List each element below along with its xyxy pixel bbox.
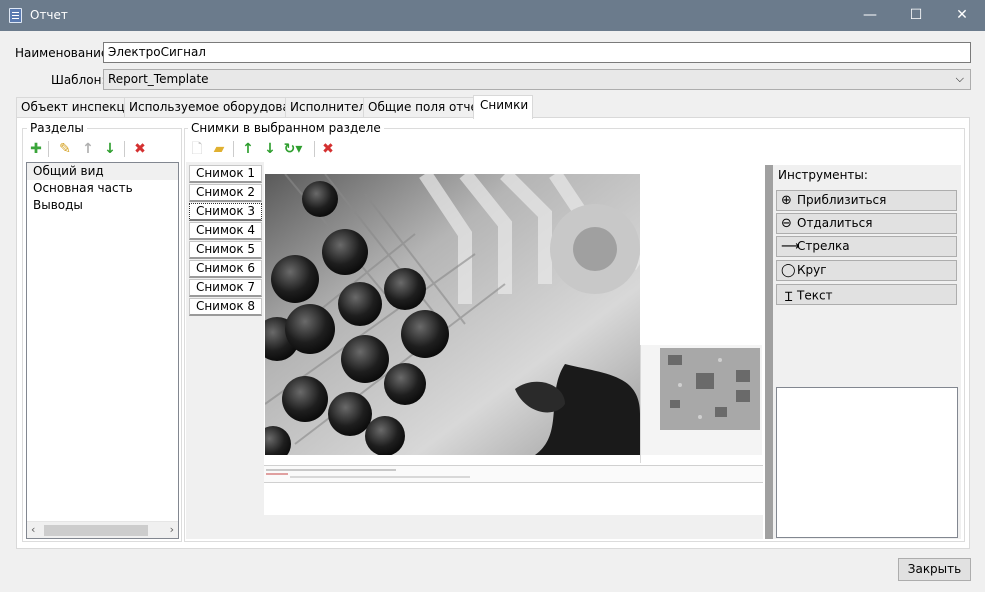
edit-pencil-icon[interactable]: ✎ bbox=[55, 139, 75, 159]
add-section-icon[interactable]: ✚ bbox=[26, 139, 46, 159]
toolbar-separator bbox=[233, 141, 234, 157]
chevron-down-icon: ⌵ bbox=[955, 72, 964, 85]
circle-icon: ◯ bbox=[781, 263, 796, 278]
preview-footer bbox=[264, 515, 763, 539]
scroll-right-icon[interactable]: › bbox=[170, 523, 174, 536]
divider bbox=[266, 469, 396, 471]
zoom-in-button[interactable]: ⊕ Приблизиться bbox=[776, 190, 957, 211]
arrow-tool-button[interactable]: ⟶Стрелка bbox=[776, 236, 957, 257]
text-cursor-icon: Ɪ bbox=[785, 290, 793, 305]
move-down-icon[interactable]: ↓ bbox=[260, 139, 280, 159]
divider bbox=[290, 476, 470, 478]
list-item[interactable]: Общий вид bbox=[27, 163, 178, 180]
text-label: Текст bbox=[797, 288, 833, 303]
zoom-in-label: Приблизиться bbox=[797, 193, 887, 207]
divider bbox=[640, 345, 641, 463]
pcb-thumbnail[interactable] bbox=[640, 345, 762, 455]
tools-title: Инструменты: bbox=[778, 168, 868, 182]
circle-tool-button[interactable]: ◯Круг bbox=[776, 260, 957, 281]
zoom-out-button[interactable]: ⊖ Отдалиться bbox=[776, 213, 957, 234]
open-folder-icon[interactable]: ▰ bbox=[209, 139, 229, 159]
close-window-button[interactable]: ✕ bbox=[939, 0, 985, 31]
zoom-out-label: Отдалиться bbox=[797, 216, 873, 230]
toolbar-separator bbox=[314, 141, 315, 157]
name-label: Наименование: bbox=[15, 46, 113, 60]
template-select[interactable]: Report_Template ⌵ bbox=[103, 69, 971, 90]
window-title: Отчет bbox=[30, 8, 68, 22]
snapshot-button-6[interactable]: Снимок 6 bbox=[189, 260, 262, 278]
scroll-left-icon[interactable]: ‹ bbox=[31, 523, 35, 536]
sections-title: Разделы bbox=[27, 121, 87, 135]
toolbar-separator bbox=[48, 141, 49, 157]
snapshot-preview-area bbox=[264, 165, 763, 515]
list-item[interactable]: Выводы bbox=[27, 197, 178, 214]
snapshot-button-2[interactable]: Снимок 2 bbox=[189, 184, 262, 202]
zoom-in-icon: ⊕ bbox=[781, 193, 792, 208]
rotate-dropdown-icon[interactable]: ↻▾ bbox=[283, 139, 303, 159]
title-bar: Отчет — ☐ ✕ bbox=[0, 0, 985, 31]
move-up-icon[interactable]: ↑ bbox=[238, 139, 258, 159]
divider bbox=[266, 473, 288, 475]
move-down-icon[interactable]: ↓ bbox=[100, 139, 120, 159]
text-tool-button[interactable]: Ɪ Текст bbox=[776, 284, 957, 305]
toolbar-separator bbox=[124, 141, 125, 157]
snapshot-button-1[interactable]: Снимок 1 bbox=[189, 165, 262, 183]
list-item[interactable]: Основная часть bbox=[27, 180, 178, 197]
template-value: Report_Template bbox=[108, 72, 209, 86]
new-file-icon[interactable]: 🗋 bbox=[187, 139, 207, 159]
snapshots-title: Снимки в выбранном разделе bbox=[188, 121, 384, 135]
delete-section-icon[interactable]: ✖ bbox=[130, 139, 150, 159]
snapshot-button-8[interactable]: Снимок 8 bbox=[189, 298, 262, 316]
sections-list: Общий вид Основная часть Выводы ‹ › bbox=[26, 162, 179, 539]
zoom-out-icon: ⊖ bbox=[781, 216, 792, 231]
template-label: Шаблон: bbox=[51, 73, 106, 87]
name-field[interactable]: ЭлектроСигнал bbox=[103, 42, 971, 63]
image-info-strip bbox=[264, 465, 763, 483]
snapshot-button-3[interactable]: Снимок 3 bbox=[189, 203, 262, 221]
xray-image[interactable] bbox=[265, 174, 640, 455]
maximize-button[interactable]: ☐ bbox=[893, 0, 939, 31]
report-app-icon bbox=[9, 8, 22, 23]
scrollbar-thumb[interactable] bbox=[44, 525, 148, 536]
move-up-icon[interactable]: ↑ bbox=[78, 139, 98, 159]
splitter-handle[interactable] bbox=[765, 165, 773, 539]
arrow-label: Стрелка bbox=[797, 239, 850, 253]
arrow-icon: ⟶ bbox=[781, 239, 800, 254]
tab-snapshots[interactable]: Снимки bbox=[473, 95, 534, 119]
tool-properties-box[interactable] bbox=[776, 387, 958, 538]
delete-snapshot-icon[interactable]: ✖ bbox=[318, 139, 338, 159]
minimize-button[interactable]: — bbox=[847, 0, 893, 31]
horizontal-scrollbar[interactable]: ‹ › bbox=[27, 521, 178, 538]
close-button[interactable]: Закрыть bbox=[898, 558, 971, 581]
snapshot-button-4[interactable]: Снимок 4 bbox=[189, 222, 262, 240]
snapshot-button-7[interactable]: Снимок 7 bbox=[189, 279, 262, 297]
snapshot-button-5[interactable]: Снимок 5 bbox=[189, 241, 262, 259]
circle-label: Круг bbox=[797, 263, 827, 277]
